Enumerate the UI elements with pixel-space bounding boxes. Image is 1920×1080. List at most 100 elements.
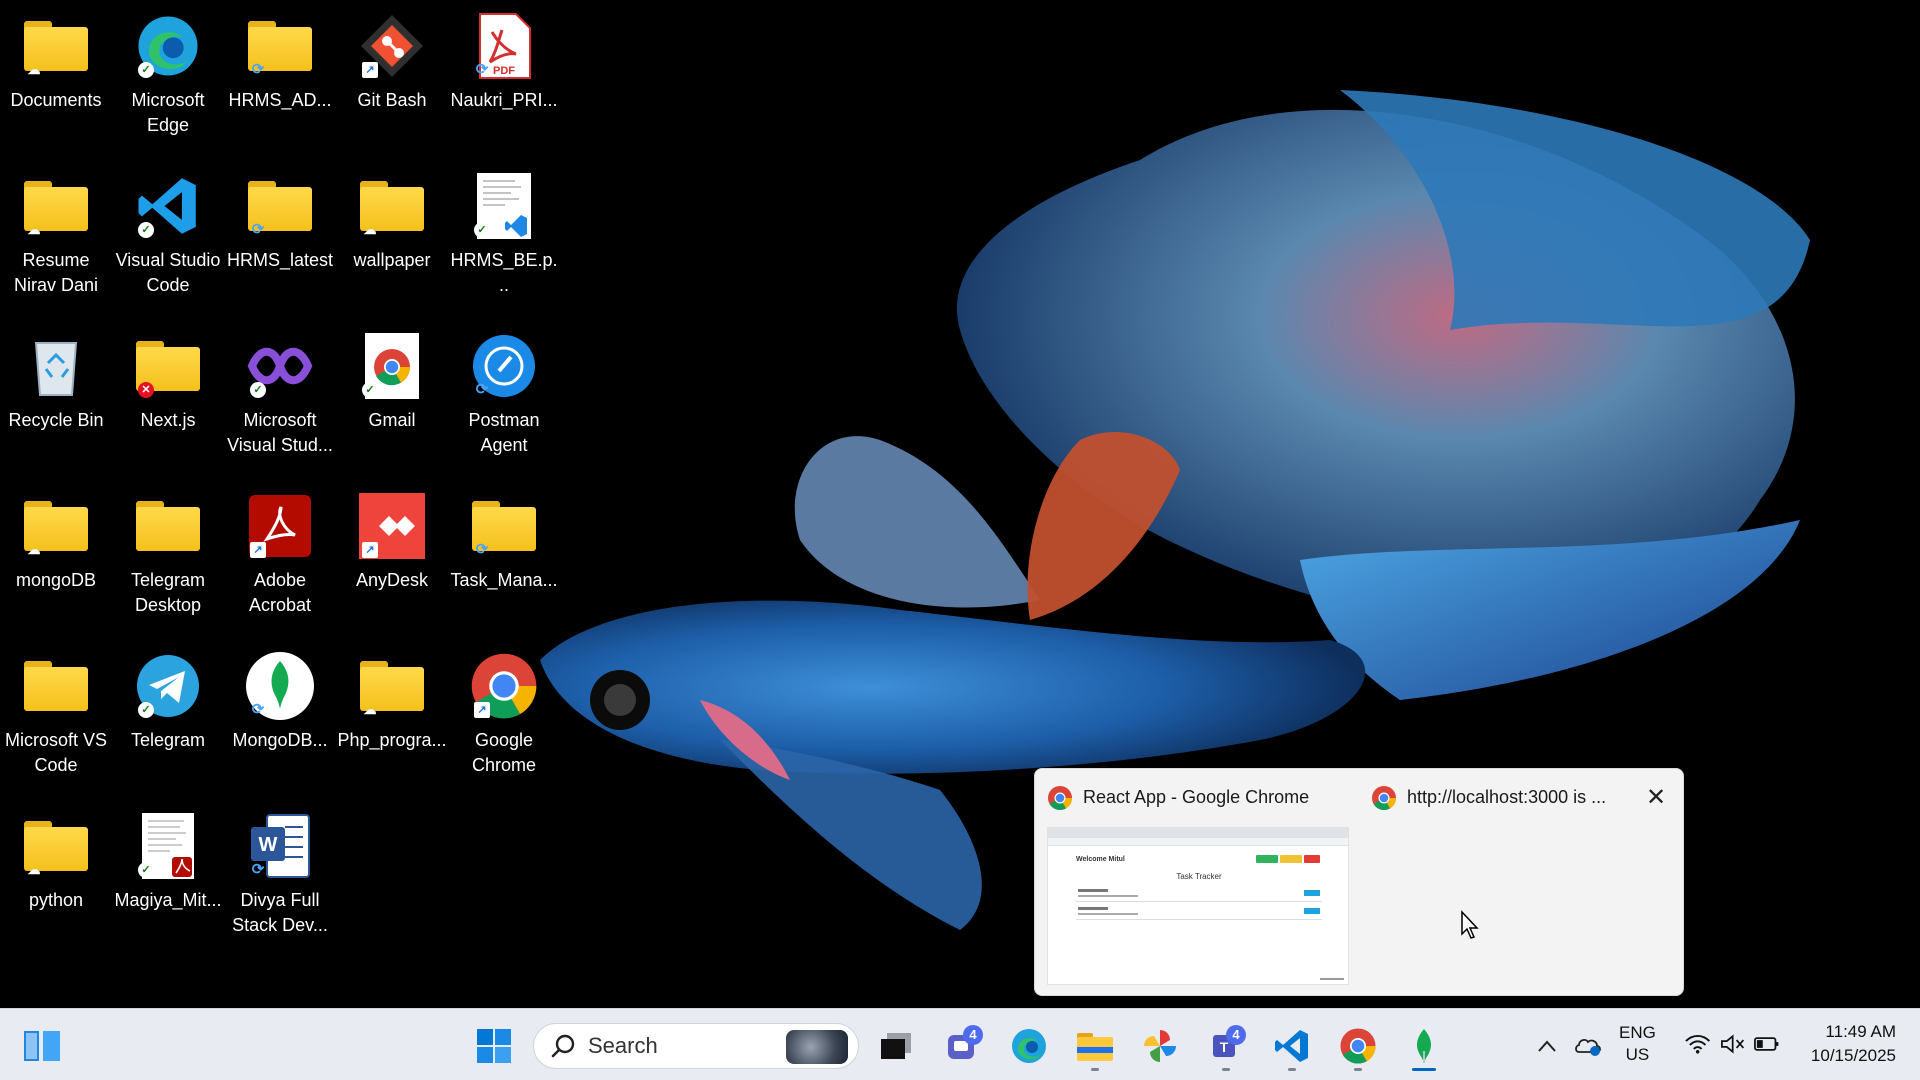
desktop-icon-chrome[interactable]: ↗ Google Chrome bbox=[448, 644, 560, 794]
taskbar-mongodb-compass[interactable] bbox=[1398, 1021, 1450, 1071]
desktop-icon-label: AnyDesk bbox=[355, 570, 429, 590]
folder-icon bbox=[132, 490, 204, 562]
chevron-up-icon bbox=[1538, 1040, 1556, 1052]
taskbar-edge[interactable] bbox=[1003, 1021, 1055, 1071]
vscode-icon: ✓ bbox=[132, 170, 204, 242]
battery-icon bbox=[1753, 1037, 1779, 1051]
photos-icon bbox=[1144, 1030, 1176, 1062]
taskbar-vscode[interactable] bbox=[1266, 1021, 1318, 1071]
desktop-icon-edge[interactable]: ✓ Microsoft Edge bbox=[112, 4, 224, 154]
desktop-icon-git-bash[interactable]: ↗ Git Bash bbox=[336, 4, 448, 154]
desktop-icon-recycle-bin[interactable]: Recycle Bin bbox=[0, 324, 112, 474]
desktop-icon-label: Microsoft Visual Stud... bbox=[227, 410, 333, 455]
chrome-icon: ↗ bbox=[468, 650, 540, 722]
mouse-cursor-icon bbox=[1461, 910, 1479, 939]
task-view-button[interactable] bbox=[870, 1021, 922, 1071]
file-explorer-icon bbox=[1077, 1033, 1113, 1061]
desktop-icon-label: Telegram bbox=[130, 730, 206, 750]
desktop-icon-label: Divya Full Stack Dev... bbox=[232, 890, 328, 935]
status-badge-check-icon: ✓ bbox=[474, 222, 490, 238]
clock-date: 10/15/2025 bbox=[1810, 1046, 1896, 1065]
desktop-icon-vscode[interactable]: ✓ Visual Studio Code bbox=[112, 164, 224, 314]
desktop-icon-label: python bbox=[28, 890, 84, 910]
desktop-icon-word[interactable]: W ⟳ Divya Full Stack Dev... bbox=[224, 804, 336, 954]
status-badge-arrow-icon: ↗ bbox=[362, 62, 378, 78]
desktop-icon-folder[interactable]: ⟳ HRMS_latest bbox=[224, 164, 336, 314]
search-icon bbox=[551, 1034, 575, 1058]
status-badge-cloud-icon: ☁ bbox=[27, 222, 41, 237]
desktop-icon-gmail-chrome[interactable]: ✓ Gmail bbox=[336, 324, 448, 474]
preview-window-react-app[interactable]: React App - Google Chrome Welcome Mitul … bbox=[1035, 769, 1355, 997]
widgets-button[interactable] bbox=[16, 1021, 68, 1071]
pdf-icon: PDF ⟳ bbox=[468, 10, 540, 82]
status-badge-arrow-icon: ↗ bbox=[474, 702, 490, 718]
preview-thumbnail[interactable]: Welcome Mitul Task Tracker bbox=[1047, 827, 1349, 985]
desktop-icon-label: Next.js bbox=[140, 410, 196, 430]
task-view-icon bbox=[881, 1033, 911, 1059]
desktop-icon-folder[interactable]: ☁ Resume Nirav Dani bbox=[0, 164, 112, 314]
desktop-icon-folder[interactable]: ⟳ Task_Mana... bbox=[448, 484, 560, 634]
desktop-icon-label: HRMS_BE.p... bbox=[450, 250, 558, 295]
desktop-icon-folder[interactable]: ☁ Documents bbox=[0, 4, 112, 154]
preview-title: http://localhost:3000 is ... bbox=[1407, 787, 1607, 807]
desktop-icon-pdf-doc[interactable]: ✓ Magiya_Mit... bbox=[112, 804, 224, 954]
status-badge-check-icon: ✓ bbox=[138, 702, 154, 718]
desktop-icon-folder[interactable]: Telegram Desktop bbox=[112, 484, 224, 634]
desktop-icon-folder[interactable]: ✕ Next.js bbox=[112, 324, 224, 474]
desktop-icon-folder[interactable]: Microsoft VS Code bbox=[0, 644, 112, 794]
language-indicator[interactable]: ENG US bbox=[1619, 1022, 1656, 1066]
desktop-icon-pdf[interactable]: PDF ⟳ Naukri_PRI... bbox=[448, 4, 560, 154]
onedrive-tray-button[interactable] bbox=[1568, 1021, 1608, 1071]
desktop-icon-label: MongoDB... bbox=[232, 730, 328, 750]
thumbnail-welcome-text: Welcome Mitul bbox=[1076, 856, 1125, 863]
desktop-icon-folder[interactable]: ⟳ HRMS_AD... bbox=[224, 4, 336, 154]
desktop-icon-folder[interactable]: ☁ python bbox=[0, 804, 112, 954]
preview-window-localhost[interactable]: http://localhost:3000 is ... ✕ bbox=[1359, 769, 1685, 997]
status-badge-err-icon: ✕ bbox=[138, 382, 154, 398]
status-badge-check-icon: ✓ bbox=[138, 862, 154, 878]
desktop-icon-anydesk[interactable]: ↗ AnyDesk bbox=[336, 484, 448, 634]
desktop-icon-postman[interactable]: ⟳ Postman Agent bbox=[448, 324, 560, 474]
taskbar-chrome[interactable] bbox=[1332, 1021, 1384, 1071]
folder-icon: ⟳ bbox=[468, 490, 540, 562]
desktop-icon-visual-studio[interactable]: ✓ Microsoft Visual Stud... bbox=[224, 324, 336, 474]
status-badge-arrow-icon: ↗ bbox=[250, 542, 266, 558]
taskbar-teams[interactable]: T 4 bbox=[1200, 1021, 1252, 1071]
status-badge-cloud-icon: ☁ bbox=[27, 862, 41, 877]
status-badge-sync-icon: ⟳ bbox=[251, 61, 265, 78]
desktop-icon-folder[interactable]: ☁ Php_progra... bbox=[336, 644, 448, 794]
visual-studio-icon: ✓ bbox=[244, 330, 316, 402]
desktop-icon-folder[interactable]: ☁ mongoDB bbox=[0, 484, 112, 634]
taskbar-file-explorer[interactable] bbox=[1069, 1021, 1121, 1071]
desktop-icon-label: Visual Studio Code bbox=[115, 250, 221, 295]
desktop-icon-folder[interactable]: ☁ wallpaper bbox=[336, 164, 448, 314]
taskbar-photos[interactable] bbox=[1134, 1021, 1186, 1071]
taskbar-clock[interactable]: 11:49 AM 10/15/2025 bbox=[1796, 1020, 1896, 1068]
desktop-icon-mongodb[interactable]: ⟳ MongoDB... bbox=[224, 644, 336, 794]
status-badge-sync-icon: ⟳ bbox=[251, 221, 265, 238]
desktop-icon-telegram[interactable]: ✓ Telegram bbox=[112, 644, 224, 794]
start-button[interactable] bbox=[468, 1021, 520, 1071]
desktop-icon-acrobat[interactable]: ↗ Adobe Acrobat bbox=[224, 484, 336, 634]
close-icon[interactable]: ✕ bbox=[1641, 783, 1671, 813]
search-highlight-image bbox=[786, 1030, 848, 1064]
desktop-icon-label: Php_progra... bbox=[337, 730, 447, 750]
taskbar-search-box[interactable]: Search bbox=[533, 1023, 859, 1069]
show-hidden-icons-button[interactable] bbox=[1527, 1021, 1567, 1071]
system-tray-status[interactable] bbox=[1680, 1008, 1780, 1080]
widgets-icon bbox=[24, 1031, 60, 1061]
region-code: US bbox=[1625, 1045, 1650, 1064]
desktop-icon-vscode-project[interactable]: ✓ HRMS_BE.p... bbox=[448, 164, 560, 314]
telegram-icon: ✓ bbox=[132, 650, 204, 722]
folder-icon: ✕ bbox=[132, 330, 204, 402]
teams-chat-button[interactable]: 4 bbox=[937, 1021, 989, 1071]
desktop-icon-label: Gmail bbox=[368, 410, 416, 430]
folder-icon: ☁ bbox=[356, 170, 428, 242]
desktop-icon-label: HRMS_AD... bbox=[228, 90, 332, 110]
edge-icon: ✓ bbox=[132, 10, 204, 82]
folder-icon: ☁ bbox=[20, 810, 92, 882]
folder-icon: ☁ bbox=[356, 650, 428, 722]
language-code: ENG bbox=[1619, 1023, 1656, 1042]
onedrive-sync-icon bbox=[1575, 1038, 1601, 1056]
vscode-icon bbox=[1275, 1030, 1308, 1062]
